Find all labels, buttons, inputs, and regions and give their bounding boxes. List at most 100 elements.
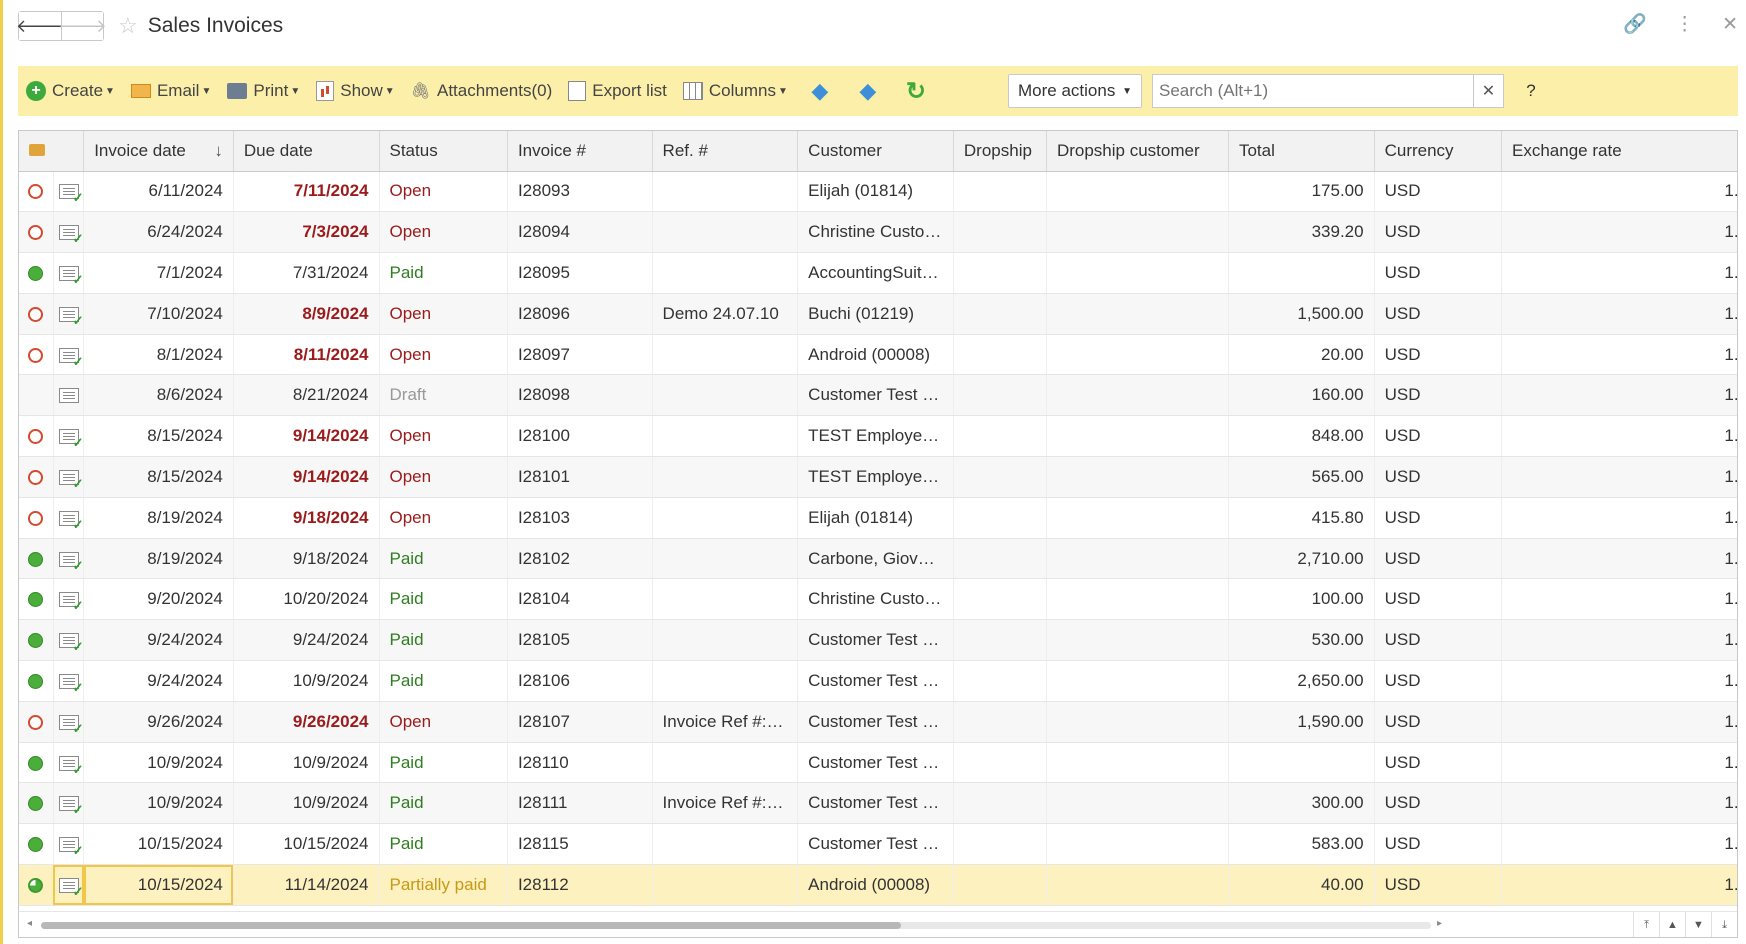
due-date-cell[interactable]: 9/18/2024 xyxy=(233,497,380,539)
customer-cell[interactable]: Android (00008) xyxy=(797,334,954,376)
due-date-cell[interactable]: 7/31/2024 xyxy=(233,252,380,294)
total-cell[interactable]: 530.00 xyxy=(1228,619,1375,662)
customer-cell[interactable]: Carbone, Giova… xyxy=(797,538,954,580)
currency-cell[interactable]: USD xyxy=(1374,171,1503,213)
currency-cell[interactable]: USD xyxy=(1374,211,1503,254)
invoice-number-cell[interactable]: I28112 xyxy=(507,864,653,906)
invoice-number-cell[interactable]: I28095 xyxy=(507,252,653,294)
ref-number-cell[interactable] xyxy=(652,415,799,458)
ref-number-cell[interactable] xyxy=(652,660,799,702)
total-cell[interactable]: 848.00 xyxy=(1228,415,1375,458)
exchange-rate-cell[interactable]: 1.0 xyxy=(1501,578,1737,621)
status-cell[interactable]: Paid xyxy=(379,782,508,825)
header-dropship-customer[interactable]: Dropship customer xyxy=(1046,131,1229,172)
exchange-rate-cell[interactable]: 1.0 xyxy=(1501,374,1737,417)
currency-cell[interactable]: USD xyxy=(1374,538,1503,580)
invoice-number-cell[interactable]: I28105 xyxy=(507,619,653,662)
forward-button[interactable]: 🡒 xyxy=(58,12,107,40)
next-button[interactable]: ◆ xyxy=(844,78,892,104)
dropship-cell[interactable] xyxy=(953,415,1047,458)
customer-cell[interactable]: Customer Test (… xyxy=(797,619,954,662)
ref-number-cell[interactable]: Invoice Ref #: … xyxy=(652,701,799,743)
previous-button[interactable]: ◆ xyxy=(796,78,844,104)
horizontal-scrollbar[interactable] xyxy=(41,922,1431,929)
header-due-date[interactable]: Due date xyxy=(233,131,380,172)
exchange-rate-cell[interactable]: 1.0 xyxy=(1501,171,1737,213)
exchange-rate-cell[interactable]: 1.0 xyxy=(1501,456,1737,498)
exchange-rate-cell[interactable]: 1.0 xyxy=(1501,823,1737,866)
invoice-date-cell[interactable]: 8/6/2024 xyxy=(83,374,234,417)
due-date-cell[interactable]: 10/15/2024 xyxy=(233,823,380,866)
document-cell[interactable]: ✓ xyxy=(53,823,85,866)
table-row[interactable]: ✓ 8/19/2024 9/18/2024 Open I28103 Elijah (018… xyxy=(19,497,1737,539)
status-cell[interactable]: Open xyxy=(379,456,508,498)
dropship-customer-cell[interactable] xyxy=(1046,742,1229,784)
exchange-rate-cell[interactable]: 1.0 xyxy=(1501,742,1737,784)
customer-cell[interactable]: Elijah (01814) xyxy=(797,497,954,539)
currency-cell[interactable]: USD xyxy=(1374,660,1503,702)
status-cell[interactable]: Paid xyxy=(379,538,508,580)
exchange-rate-cell[interactable]: 1.0 xyxy=(1501,660,1737,702)
currency-cell[interactable]: USD xyxy=(1374,252,1503,294)
invoice-date-cell[interactable]: 10/15/2024 xyxy=(83,864,234,906)
status-cell[interactable]: Open xyxy=(379,497,508,539)
dropship-customer-cell[interactable] xyxy=(1046,293,1229,335)
exchange-rate-cell[interactable]: 1.0 xyxy=(1501,252,1737,294)
header-dropship[interactable]: Dropship xyxy=(953,131,1047,172)
invoice-number-cell[interactable]: I28110 xyxy=(507,742,653,784)
dropship-cell[interactable] xyxy=(953,742,1047,784)
currency-cell[interactable]: USD xyxy=(1374,293,1503,335)
exchange-rate-cell[interactable]: 1.0 xyxy=(1501,782,1737,825)
table-row[interactable]: ✓ 9/26/2024 9/26/2024 Open I28107 Invoice Ref… xyxy=(19,701,1737,743)
invoice-date-cell[interactable]: 9/24/2024 xyxy=(83,619,234,662)
ref-number-cell[interactable] xyxy=(652,252,799,294)
currency-cell[interactable]: USD xyxy=(1374,742,1503,784)
invoice-date-cell[interactable]: 7/10/2024 xyxy=(83,293,234,335)
dropship-cell[interactable] xyxy=(953,497,1047,539)
customer-cell[interactable]: TEST Employe… xyxy=(797,456,954,498)
header-customer[interactable]: Customer xyxy=(797,131,954,172)
document-cell[interactable]: ✓ xyxy=(53,782,85,825)
header-invoice-date[interactable]: Invoice date ↓ xyxy=(83,131,234,172)
dropship-customer-cell[interactable] xyxy=(1046,701,1229,743)
document-cell[interactable]: ✓ xyxy=(53,171,85,213)
customer-cell[interactable]: TEST Employe… xyxy=(797,415,954,458)
invoice-date-cell[interactable]: 10/9/2024 xyxy=(83,742,234,784)
document-cell[interactable]: ✓ xyxy=(53,211,85,254)
dropship-cell[interactable] xyxy=(953,782,1047,825)
dropship-customer-cell[interactable] xyxy=(1046,171,1229,213)
invoice-number-cell[interactable]: I28102 xyxy=(507,538,653,580)
search-input[interactable] xyxy=(1152,74,1474,108)
dropship-cell[interactable] xyxy=(953,538,1047,580)
total-cell[interactable]: 2,710.00 xyxy=(1228,538,1375,580)
clear-search-button[interactable]: ✕ xyxy=(1474,74,1504,108)
exchange-rate-cell[interactable]: 1.0 xyxy=(1501,701,1737,743)
dropship-cell[interactable] xyxy=(953,823,1047,866)
help-button[interactable]: ? xyxy=(1516,74,1546,108)
document-cell[interactable]: ✓ xyxy=(53,742,85,784)
close-icon[interactable]: ✕ xyxy=(1722,13,1738,36)
table-row[interactable]: ✓ 8/19/2024 9/18/2024 Paid I28102 Carbone, Gi… xyxy=(19,538,1737,580)
show-button[interactable]: Show ▼ xyxy=(308,74,402,108)
invoice-date-cell[interactable]: 7/1/2024 xyxy=(83,252,234,294)
scrollbar-thumb[interactable] xyxy=(41,922,901,929)
table-row[interactable]: ✓ 6/24/2024 7/3/2024 Open I28094 Christine Cu… xyxy=(19,211,1737,254)
due-date-cell[interactable]: 7/11/2024 xyxy=(233,171,380,213)
dropship-customer-cell[interactable] xyxy=(1046,782,1229,825)
table-row[interactable]: ✓ 10/9/2024 10/9/2024 Paid I28111 Invoice Ref… xyxy=(19,782,1737,825)
customer-cell[interactable]: Customer Test (… xyxy=(797,742,954,784)
invoice-number-cell[interactable]: I28093 xyxy=(507,171,653,213)
status-cell[interactable]: Draft xyxy=(379,374,508,417)
dropship-cell[interactable] xyxy=(953,864,1047,906)
total-cell[interactable]: 100.00 xyxy=(1228,578,1375,621)
currency-cell[interactable]: USD xyxy=(1374,456,1503,498)
dropship-cell[interactable] xyxy=(953,660,1047,702)
document-cell[interactable]: ✓ xyxy=(53,864,85,906)
ref-number-cell[interactable] xyxy=(652,456,799,498)
total-cell[interactable]: 415.80 xyxy=(1228,497,1375,539)
total-cell[interactable]: 300.00 xyxy=(1228,782,1375,825)
document-cell[interactable]: ✓ xyxy=(53,415,85,458)
ref-number-cell[interactable] xyxy=(652,864,799,906)
document-cell[interactable]: ✓ xyxy=(53,538,85,580)
dropship-customer-cell[interactable] xyxy=(1046,497,1229,539)
